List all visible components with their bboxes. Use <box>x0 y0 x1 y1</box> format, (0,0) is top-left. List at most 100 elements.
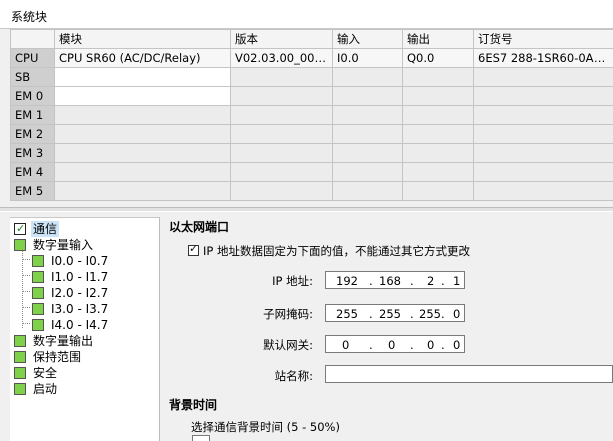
version-cell <box>230 143 333 163</box>
background-time-section-title: 背景时间 <box>169 398 218 412</box>
slot-label: EM 4 <box>10 162 55 182</box>
tree-item-label: 通信 <box>31 221 60 237</box>
slot-label: EM 2 <box>10 124 55 144</box>
column-header-version[interactable]: 版本 <box>230 29 333 49</box>
station-name-input[interactable] <box>325 365 613 383</box>
column-header-order-no[interactable]: 订货号 <box>473 29 613 49</box>
output-cell <box>402 67 474 87</box>
ethernet-section-title: 以太网端口 <box>169 220 230 234</box>
tree-item-label: 启动 <box>33 382 58 396</box>
tree-item-label: I0.0 - I0.7 <box>51 254 109 268</box>
ip-octet: 168 <box>379 274 401 288</box>
tree-item-label: I2.0 - I2.7 <box>51 286 109 300</box>
ip-octet: 0 <box>342 338 350 352</box>
table-row[interactable]: EM 2 <box>10 124 613 144</box>
subnet-mask-input[interactable]: 255 . 255 . 255 . 0 <box>325 304 465 322</box>
version-cell[interactable]: V02.03.00_00.00... <box>230 48 333 68</box>
order-no-cell <box>473 105 613 125</box>
module-status-icon <box>32 319 44 331</box>
table-header-row: 模块 版本 输入 输出 订货号 <box>10 29 613 49</box>
tree-item-label: I3.0 - I3.7 <box>51 302 109 316</box>
module-status-icon <box>14 351 26 363</box>
input-cell <box>332 143 403 163</box>
order-no-cell <box>473 86 613 106</box>
fixed-ip-checkbox[interactable] <box>188 242 199 256</box>
order-no-cell <box>473 181 613 201</box>
tree-item-label: 安全 <box>33 366 58 380</box>
ip-address-label: IP 地址: <box>272 274 313 288</box>
ip-octet: 2 <box>427 274 435 288</box>
output-cell <box>402 124 474 144</box>
module-status-icon <box>14 239 26 251</box>
module-cell[interactable] <box>54 105 231 125</box>
table-row[interactable]: SB <box>10 67 613 87</box>
ip-address-input[interactable]: 192 . 168 . 2 . 1 <box>325 271 465 289</box>
module-status-icon <box>14 367 26 379</box>
module-status-icon <box>32 271 44 283</box>
tree-connector <box>22 275 30 276</box>
table-row[interactable]: EM 0 <box>10 86 613 106</box>
column-header-input[interactable]: 输入 <box>332 29 403 49</box>
table-row[interactable]: EM 3 <box>10 143 613 163</box>
table-row[interactable]: CPU CPU SR60 (AC/DC/Relay) V02.03.00_00.… <box>10 48 613 68</box>
module-cell[interactable] <box>54 67 231 87</box>
version-cell <box>230 162 333 182</box>
table-row[interactable]: EM 5 <box>10 181 613 201</box>
table-corner <box>10 29 55 49</box>
module-cell[interactable] <box>54 143 231 163</box>
subnet-mask-label: 子网掩码: <box>263 307 313 321</box>
title-bar: 系统块 <box>0 0 613 29</box>
output-cell <box>402 105 474 125</box>
order-no-cell <box>473 124 613 144</box>
input-cell <box>332 124 403 144</box>
tree-item-label: I1.0 - I1.7 <box>51 270 109 284</box>
version-cell <box>230 124 333 144</box>
default-gateway-input[interactable]: 0 . 0 . 0 . 0 <box>325 335 465 353</box>
order-no-cell <box>473 67 613 87</box>
module-cell[interactable] <box>54 124 231 144</box>
order-no-cell[interactable]: 6ES7 288-1SR60-0AA0 <box>473 48 613 68</box>
communication-settings-panel: 以太网端口 IP 地址数据固定为下面的值，不能通过其它方式更改 IP 地址: 1… <box>162 212 613 441</box>
input-cell[interactable]: I0.0 <box>332 48 403 68</box>
ip-octet: 0 <box>453 338 461 352</box>
module-status-icon <box>32 287 44 299</box>
module-status-icon <box>14 335 26 347</box>
table-row[interactable]: EM 1 <box>10 105 613 125</box>
ip-octet: 0 <box>427 338 435 352</box>
tree-item-label: I4.0 - I4.7 <box>51 318 109 332</box>
checked-box-icon <box>14 221 26 237</box>
table-row[interactable]: EM 4 <box>10 162 613 182</box>
ip-octet: 255 <box>336 307 358 321</box>
tree-connector <box>22 250 23 328</box>
output-cell[interactable]: Q0.0 <box>402 48 474 68</box>
module-cell[interactable]: CPU SR60 (AC/DC/Relay) <box>54 48 231 68</box>
tree-item-label: 数字量输入 <box>33 238 94 252</box>
fixed-ip-label: IP 地址数据固定为下面的值，不能通过其它方式更改 <box>203 244 470 258</box>
column-header-output[interactable]: 输出 <box>402 29 474 49</box>
version-cell <box>230 67 333 87</box>
background-time-label: 选择通信背景时间 (5 - 50%) <box>191 420 340 434</box>
order-no-cell <box>473 143 613 163</box>
output-cell <box>402 181 474 201</box>
ip-octet: 0 <box>388 338 396 352</box>
column-header-module[interactable]: 模块 <box>54 29 231 49</box>
tree-item-label: 保持范围 <box>33 350 82 364</box>
output-cell <box>402 86 474 106</box>
ip-octet: 255 <box>379 307 401 321</box>
module-table: 模块 版本 输入 输出 订货号 CPU CPU SR60 (AC/DC/Rela… <box>10 29 613 201</box>
order-no-cell <box>473 162 613 182</box>
module-cell[interactable] <box>54 181 231 201</box>
ip-octet: 1 <box>453 274 461 288</box>
module-cell[interactable] <box>54 86 231 106</box>
version-cell <box>230 86 333 106</box>
input-cell <box>332 181 403 201</box>
ip-octet: 0 <box>453 307 461 321</box>
module-status-icon <box>14 383 26 395</box>
output-cell <box>402 143 474 163</box>
input-cell <box>332 67 403 87</box>
background-time-input[interactable] <box>192 435 210 441</box>
module-cell[interactable] <box>54 162 231 182</box>
version-cell <box>230 105 333 125</box>
input-cell <box>332 86 403 106</box>
tree-connector <box>22 323 30 324</box>
